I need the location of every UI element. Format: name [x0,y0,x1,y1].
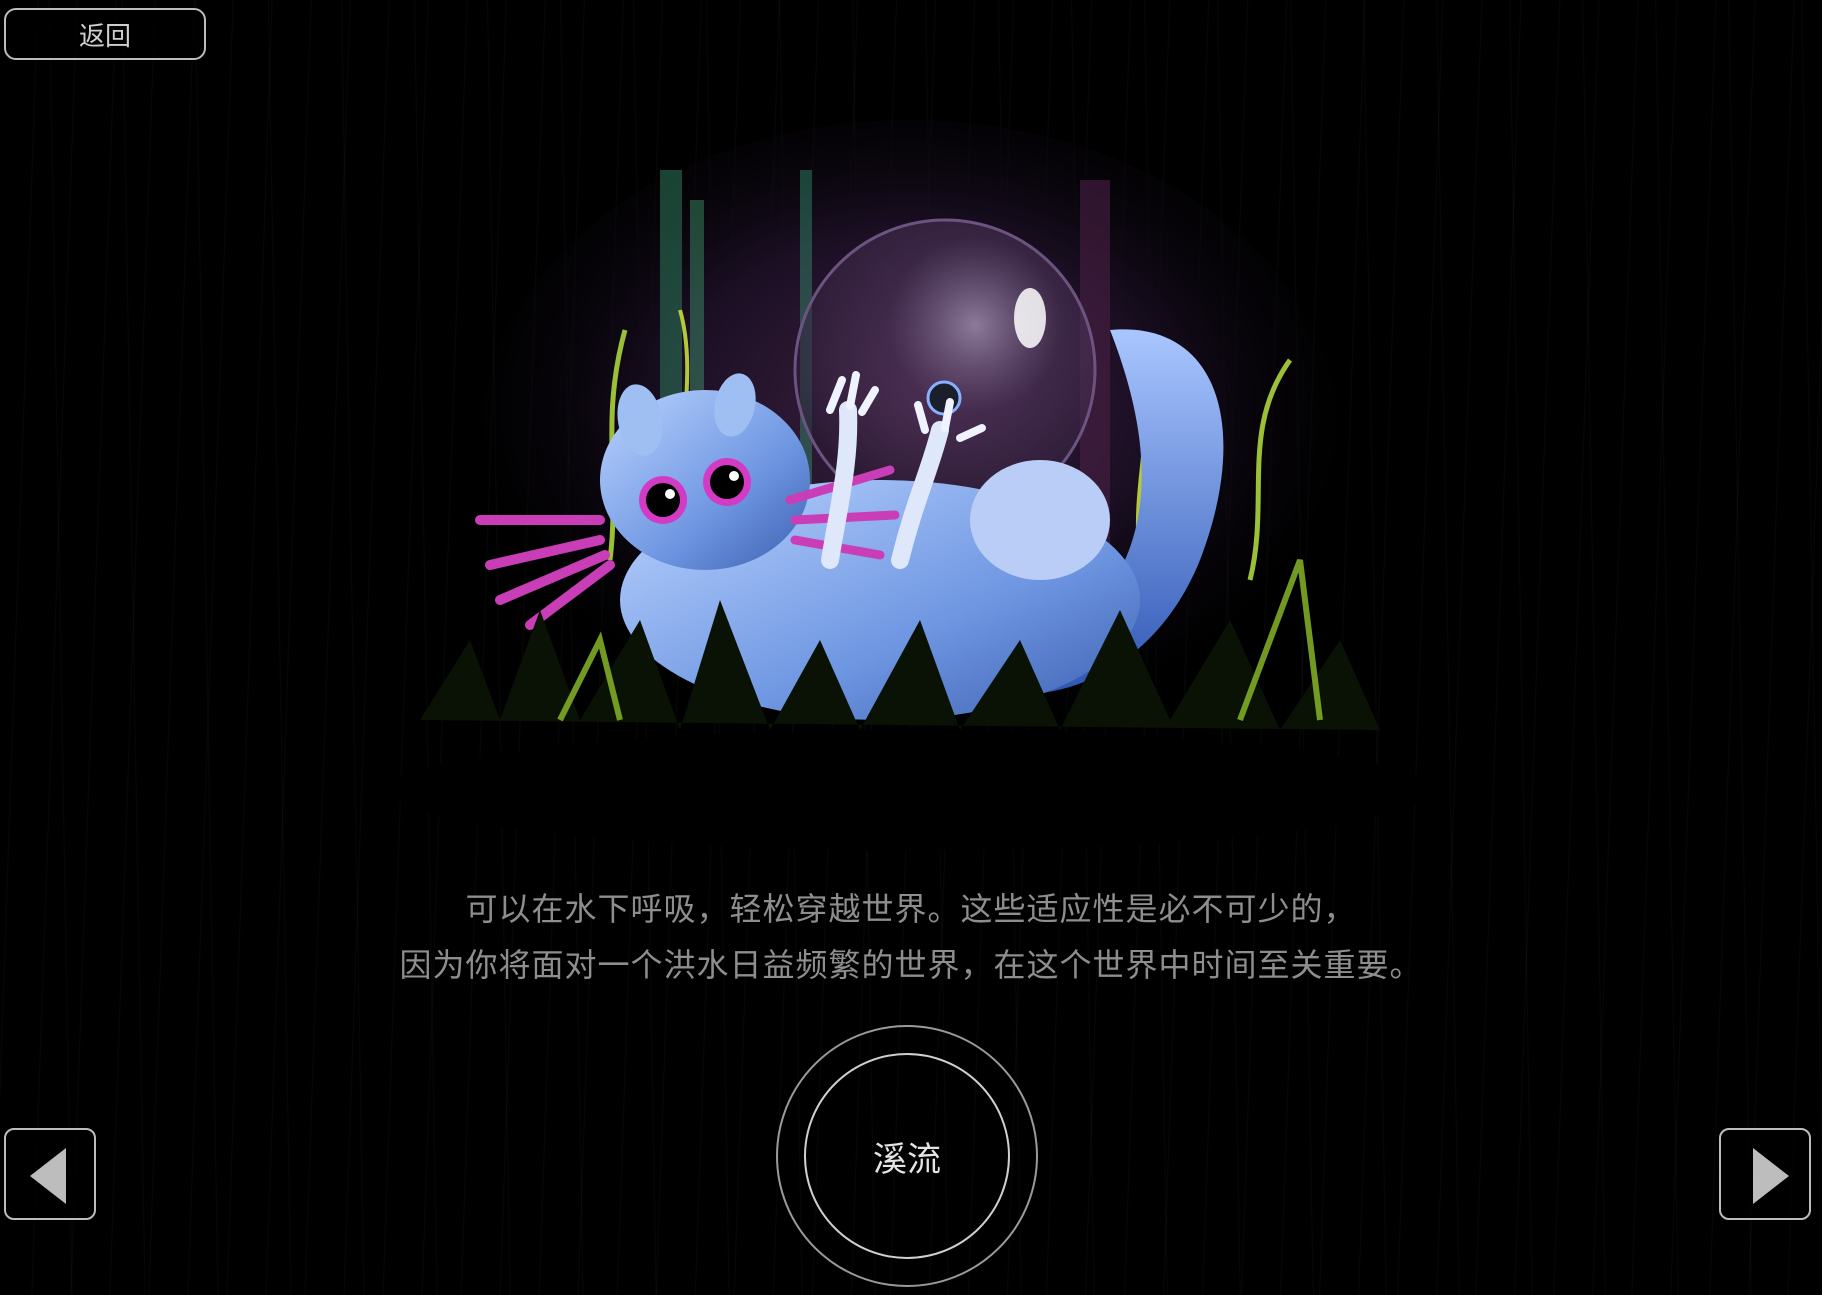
back-button[interactable]: 返回 [4,8,206,60]
back-button-label: 返回 [78,21,131,52]
select-element-inner-ring: 溪流 [804,1053,1010,1259]
previous-button[interactable] [4,1128,96,1220]
description-line-1: 可以在水下呼吸，轻松穿越世界。这些适应性是必不可少的， [465,890,1357,928]
triangle-left-icon [30,1148,66,1204]
description-line-2: 因为你将面对一个洪水日益频繁的世界，在这个世界中时间至关重要。 [399,946,1423,984]
creature-illustration [390,120,1430,850]
triangle-right-icon [1753,1148,1789,1204]
select-element-button[interactable]: 溪流 [776,1025,1038,1287]
next-button[interactable] [1719,1128,1811,1220]
select-element-label: 溪流 [873,1139,941,1180]
